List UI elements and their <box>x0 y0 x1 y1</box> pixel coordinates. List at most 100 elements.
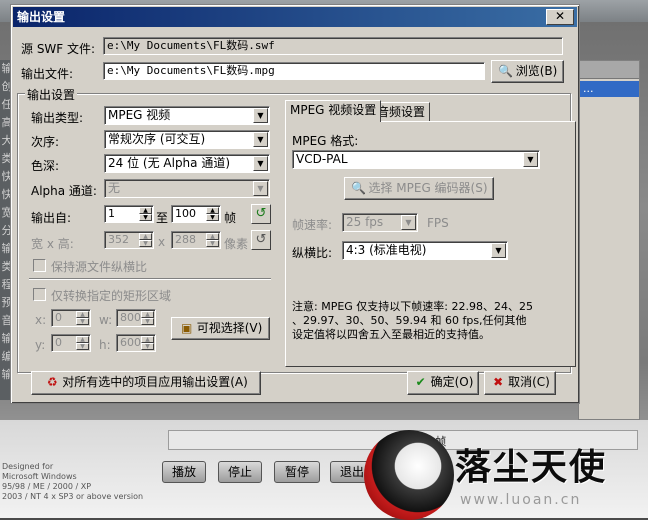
cancel-button[interactable]: ✖ 取消(C) <box>484 371 556 395</box>
source-file-field[interactable]: e:\My Documents\FL数码.swf <box>103 37 563 55</box>
dialog-titlebar[interactable]: 输出设置 ✕ <box>13 7 577 27</box>
os-info-line: Designed for <box>2 462 54 471</box>
width-spinner: 352 ▲ ▼ <box>104 231 154 249</box>
alpha-channel-select: 无 ▼ <box>104 179 270 198</box>
cancel-label: 取消(C) <box>508 375 550 389</box>
visual-select-button[interactable]: ▣ 可视选择(V) <box>171 317 270 340</box>
mpeg-format-label: MPEG 格式: <box>292 134 359 148</box>
recycle-icon: ♻ <box>46 375 58 389</box>
magnifier-icon: 🔍 <box>498 64 514 78</box>
width-value: 352 <box>108 233 129 246</box>
spin-up-icon: ▲ <box>76 311 89 318</box>
size-x-label: x <box>158 235 166 249</box>
output-type-value: MPEG 视频 <box>108 108 171 122</box>
spin-down-icon: ▼ <box>141 343 154 350</box>
output-settings-group-title: 输出设置 <box>25 86 78 103</box>
color-depth-label: 色深: <box>31 159 60 173</box>
logo-icon <box>364 430 454 520</box>
spin-up-icon: ▲ <box>76 336 89 343</box>
aspect-ratio-label: 纵横比: <box>292 246 333 260</box>
rect-y-spinner: 0 ▲ ▼ <box>51 334 91 352</box>
mpeg-format-select[interactable]: VCD-PAL ▼ <box>292 150 540 169</box>
os-info-line: 2003 / NT 4 x SP3 or above version <box>2 492 144 501</box>
apply-all-label: 对所有选中的项目应用输出设置(A) <box>62 375 248 389</box>
fps-select: 25 fps ▼ <box>342 213 418 232</box>
spin-down-icon[interactable]: ▼ <box>206 214 219 221</box>
keep-ratio-checkbox <box>33 259 46 272</box>
chevron-down-icon: ▼ <box>253 181 268 196</box>
tab-mpeg-video-settings[interactable]: MPEG 视频设置 <box>285 100 382 122</box>
output-settings-dialog: 输出设置 ✕ 源 SWF 文件: e:\My Documents\FL数码.sw… <box>10 4 580 404</box>
rect-h-value: 600 <box>120 336 141 349</box>
fps-note: 注意: MPEG 仅支持以下帧速率: 22.98、24、25 、29.97、30… <box>292 300 576 342</box>
stop-button[interactable]: 停止 <box>218 461 262 483</box>
spin-down-icon: ▼ <box>141 318 154 325</box>
chevron-down-icon: ▼ <box>401 215 416 230</box>
frame-unit-label: 帧 <box>224 211 237 225</box>
background-list-header <box>579 61 639 79</box>
rect-only-checkbox[interactable] <box>33 288 46 301</box>
output-file-label: 输出文件: <box>21 67 74 81</box>
spin-down-icon: ▼ <box>76 318 89 325</box>
to-label: 至 <box>156 211 169 225</box>
spin-up-icon: ▲ <box>206 233 219 240</box>
spin-up-icon: ▲ <box>141 336 154 343</box>
reset-range-icon[interactable]: ↺ <box>251 204 271 224</box>
fps-note-line: 注意: MPEG 仅支持以下帧速率: 22.98、24、25 <box>292 300 533 313</box>
to-frame-value: 100 <box>175 207 196 220</box>
background-list-selected-row[interactable]: ... <box>579 81 639 97</box>
checkmark-icon: ✔ <box>415 375 426 389</box>
order-select[interactable]: 常规次序 (可交互) ▼ <box>104 130 270 149</box>
os-info-line: 95/98 / ME / 2000 / XP <box>2 482 92 491</box>
select-encoder-button: 🔍 选择 MPEG 编码器(S) <box>344 177 494 200</box>
output-type-select[interactable]: MPEG 视频 ▼ <box>104 106 270 125</box>
order-label: 次序: <box>31 135 60 149</box>
rect-w-spinner: 800 ▲ ▼ <box>116 309 156 327</box>
rect-h-spinner: 600 ▲ ▼ <box>116 334 156 352</box>
height-value: 288 <box>175 233 196 246</box>
frame-select-icon: ▣ <box>181 321 193 335</box>
select-encoder-label: 选择 MPEG 编码器(S) <box>368 181 488 195</box>
background-list-panel[interactable]: ... <box>578 60 640 420</box>
rect-w-value: 800 <box>120 311 141 324</box>
ok-label: 确定(O) <box>430 375 474 389</box>
spin-down-icon[interactable]: ▼ <box>139 214 152 221</box>
pixel-unit-label: 像素 <box>224 237 249 251</box>
apply-all-button[interactable]: ♻ 对所有选中的项目应用输出设置(A) <box>31 371 261 395</box>
dialog-title: 输出设置 <box>17 10 66 24</box>
aspect-ratio-select[interactable]: 4:3 (标准电视) ▼ <box>342 241 508 260</box>
close-button[interactable]: ✕ <box>546 9 574 25</box>
from-frame-spinner[interactable]: 1 ▲ ▼ <box>104 205 154 223</box>
divider <box>29 278 271 280</box>
spin-down-icon: ▼ <box>206 240 219 247</box>
spin-down-icon: ▼ <box>76 343 89 350</box>
rect-x-value: 0 <box>55 311 62 324</box>
browse-button[interactable]: 🔍 浏览(B) <box>491 60 564 83</box>
size-label: 宽 x 高: <box>31 237 74 251</box>
spin-up-icon[interactable]: ▲ <box>206 207 219 214</box>
fps-value: 25 fps <box>346 215 384 229</box>
reset-size-icon[interactable]: ↺ <box>251 230 271 250</box>
output-file-field[interactable]: e:\My Documents\FL数码.mpg <box>103 62 485 80</box>
color-depth-select[interactable]: 24 位 (无 Alpha 通道) ▼ <box>104 154 270 173</box>
spin-up-icon[interactable]: ▲ <box>139 207 152 214</box>
play-button[interactable]: 播放 <box>162 461 206 483</box>
rect-x-spinner: 0 ▲ ▼ <box>51 309 91 327</box>
browse-button-label: 浏览(B) <box>515 64 558 78</box>
rect-x-label: x: <box>35 313 47 327</box>
chevron-down-icon: ▼ <box>253 132 268 147</box>
rect-y-label: y: <box>35 338 46 352</box>
logo-url: www.luoan.cn <box>460 492 582 508</box>
pause-button[interactable]: 暂停 <box>274 461 320 483</box>
mpeg-settings-pane: MPEG 格式: VCD-PAL ▼ 🔍 选择 MPEG 编码器(S) 帧速率: 2… <box>285 121 576 367</box>
rect-only-label: 仅转换指定的矩形区域 <box>51 289 172 303</box>
chevron-down-icon: ▼ <box>523 152 538 167</box>
ok-button[interactable]: ✔ 确定(O) <box>407 371 479 395</box>
from-frame-value: 1 <box>108 207 115 220</box>
fps-note-line: 、29.97、30、50、59.94 和 60 fps,任何其他 <box>292 314 527 327</box>
spin-up-icon: ▲ <box>139 233 152 240</box>
magnifier-icon: 🔍 <box>350 181 366 195</box>
to-frame-spinner[interactable]: 100 ▲ ▼ <box>171 205 221 223</box>
chevron-down-icon: ▼ <box>253 108 268 123</box>
os-info-line: Microsoft Windows <box>2 472 77 481</box>
